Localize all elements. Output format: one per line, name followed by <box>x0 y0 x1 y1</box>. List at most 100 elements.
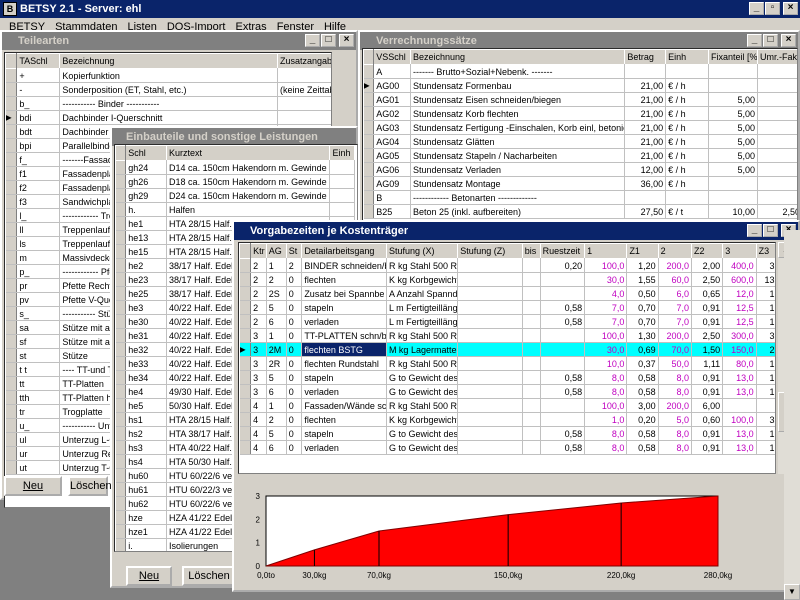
row-indicator <box>115 370 127 385</box>
table-cell: 1 <box>266 398 287 413</box>
table-cell: verladen <box>301 314 387 329</box>
einbauteile-neu-button[interactable]: Neu <box>126 566 172 586</box>
row-indicator <box>115 482 127 497</box>
row-indicator <box>5 68 18 83</box>
table-cell: 2,50 <box>691 272 724 287</box>
table-row[interactable]: 2 6 0 verladen L m Fertigteillänge 0,58 7,0 0,7… <box>239 314 775 329</box>
table-cell: Stundensatz Fertigung -Einschalen, Korb … <box>410 120 626 135</box>
row-indicator <box>239 426 252 441</box>
table-cell: AG09 <box>373 176 411 191</box>
table-row[interactable]: AG03 Stundensatz Fertigung -Einschalen, K… <box>363 120 797 135</box>
table-row[interactable]: gh24 D14 ca. 150cm Hakendorn m. Gewinde <box>115 160 355 175</box>
table-row[interactable]: 2 2 0 flechten K kg Korbgewicht 30,0 1,55 60,0 2… <box>239 272 775 287</box>
table-row[interactable]: + Kopierfunktion <box>5 68 331 83</box>
minimize-button[interactable]: _ <box>305 34 320 47</box>
table-cell: € / h <box>665 134 710 149</box>
table-row[interactable]: ▶ AG00 Stundensatz Formenbau 21,00 € / h <box>363 78 797 93</box>
table-row[interactable]: 3 1 0 TT-PLATTEN schn/b R kg Stahl 500 R 100,… <box>239 328 775 343</box>
table-cell: 100,0 <box>584 328 628 343</box>
verrechnung-window: Verrechnungssätze _ □ × VSSchl Bezeichnung B… <box>358 30 800 230</box>
table-cell: pr <box>16 278 61 293</box>
table-row[interactable]: AG01 Stundensatz Eisen schneiden/biegen 21… <box>363 92 797 107</box>
table-cell: Kopierfunktion <box>59 68 279 83</box>
table-row[interactable]: 4 5 0 stapeln G to Gewicht des 0,58 8,0 0,58 8,0… <box>239 426 775 441</box>
row-indicator <box>5 208 18 223</box>
table-cell: tth <box>16 390 61 405</box>
table-row[interactable]: 3 2R 0 flechten Rundstahl R kg Stahl 500 R 10… <box>239 356 775 371</box>
table-row[interactable]: h. Halfen <box>115 202 355 217</box>
close-button[interactable]: × <box>339 34 354 47</box>
vorgabe-grid[interactable]: Ktr AG St Detailarbeitsgang Stufung (X) Stufu… <box>238 242 776 474</box>
table-cell: 3,30 <box>756 328 775 343</box>
minimize-button[interactable]: _ <box>747 224 762 237</box>
table-row[interactable]: gh29 D24 ca. 150cm Hakendorn m. Gewinde <box>115 188 355 203</box>
table-row[interactable]: A ------- Brutto+Sozial+Nebenk. ------- <box>363 64 797 79</box>
table-row[interactable]: B25 Beton 25 (inkl. aufbereiten) 27,50 € / … <box>363 204 797 219</box>
table-row[interactable]: gh26 D18 ca. 150cm Hakendorn m. Gewinde <box>115 174 355 189</box>
restore-button[interactable]: ▫ <box>765 2 780 15</box>
table-row[interactable]: 2 5 0 stapeln L m Fertigteillänge 0,58 7,0 0,70… <box>239 300 775 315</box>
table-cell: 0,58 <box>540 440 586 455</box>
column-header: Detailarbeitsgang <box>301 243 387 259</box>
teilearten-titlebar[interactable]: Teilearten _ □ × <box>2 32 356 50</box>
verrechnung-grid[interactable]: VSSchl Bezeichnung Betrag Einh Fixanteil [%]… <box>362 48 798 226</box>
table-row[interactable]: b_ ----------- Binder ----------- <box>5 96 331 111</box>
table-cell: he13 <box>125 230 168 245</box>
table-row[interactable]: - Sonderposition (ET, Stahl, etc.) (keine … <box>5 82 331 97</box>
table-cell: 8,0 <box>584 440 628 455</box>
column-header: Betrag <box>624 49 667 65</box>
table-row[interactable]: 2 1 2 BINDER schneiden/b R kg Stahl 500 R 0,2… <box>239 258 775 273</box>
table-cell: 2,50 <box>691 328 724 343</box>
maximize-button[interactable]: □ <box>321 34 336 47</box>
table-row[interactable]: ▶ 3 2M 0 flechten BSTG M kg Lagermatter 30,0 0,… <box>239 342 775 357</box>
minimize-button[interactable]: _ <box>749 2 764 15</box>
table-cell: 5,00 <box>708 92 759 107</box>
table-cell <box>624 190 667 205</box>
table-cell <box>665 64 710 79</box>
main-scrollbar[interactable]: ▼ <box>784 230 800 600</box>
table-row[interactable]: 4 2 0 flechten K kg Korbgewicht 1,0 0,20 5,0 0,6… <box>239 412 775 427</box>
table-cell: R kg Stahl 500 R <box>386 328 459 343</box>
maximize-button[interactable]: □ <box>763 224 778 237</box>
teilearten-neu-button[interactable]: Neu <box>4 476 62 496</box>
maximize-button[interactable]: □ <box>763 34 778 47</box>
row-indicator <box>115 244 127 259</box>
close-button[interactable]: × <box>783 2 798 15</box>
row-indicator <box>5 390 18 405</box>
column-header: Fixanteil [%] <box>708 49 759 65</box>
table-cell: G to Gewicht des <box>386 370 459 385</box>
table-row[interactable]: AG05 Stundensatz Stapeln / Nacharbeiten 21… <box>363 148 797 163</box>
table-cell <box>522 398 541 413</box>
table-row[interactable]: AG06 Stundensatz Verladen 12,00 € / h 5,00 <box>363 162 797 177</box>
table-row[interactable]: ▶bdiDachbinder I-Querschnitt2 <box>5 110 331 125</box>
teilearten-loeschen-button[interactable]: Löschen <box>68 476 112 496</box>
einbauteile-loeschen-button[interactable]: Löschen <box>182 566 236 586</box>
table-cell: Stundensatz Stapeln / Nacharbeiten <box>410 148 626 163</box>
chart-area: 0,0to 30,0kg 70,0kg 150,0kg 220,0kg 280,0kg 0 1… <box>238 476 776 588</box>
table-cell <box>277 96 331 111</box>
table-row[interactable]: 3 6 0 verladen G to Gewicht des 0,58 8,0 0,58 8,… <box>239 384 775 399</box>
column-header: 3 <box>722 243 757 259</box>
close-button[interactable]: × <box>781 34 796 47</box>
row-indicator <box>239 370 252 385</box>
table-cell: Dachbinder I-Querschnitt <box>59 110 279 125</box>
table-cell <box>457 272 523 287</box>
column-header: St <box>285 243 303 259</box>
column-header: Bezeichnung <box>409 49 626 65</box>
table-row[interactable]: 4 6 0 verladen G to Gewicht des 0,58 8,0 0,58 8,… <box>239 440 775 455</box>
table-row[interactable]: B ------------ Betonarten ------------- <box>363 190 797 205</box>
table-row[interactable]: 4 1 0 Fassaden/Wände sch R kg Stahl 500 R 100… <box>239 398 775 413</box>
table-row[interactable]: AG09 Stundensatz Montage 36,00 € / h <box>363 176 797 191</box>
x-tick-label: 150,0kg <box>494 571 522 580</box>
table-cell: 200,0 <box>658 258 693 273</box>
minimize-button[interactable]: _ <box>747 34 762 47</box>
table-cell: b_ <box>16 96 61 111</box>
scroll-down-arrow-icon[interactable]: ▼ <box>784 584 800 600</box>
table-row[interactable]: AG04 Stundensatz Glätten 21,00 € / h 5,00 <box>363 134 797 149</box>
table-row[interactable]: 2 2S 0 Zusatz bei Spannbe A Anzahl Spannd 4,0… <box>239 286 775 301</box>
table-row[interactable]: AG02 Stundensatz Korb flechten 21,00 € / h5… <box>363 106 797 121</box>
table-cell: 0,65 <box>691 286 724 301</box>
vorgabe-titlebar[interactable]: Vorgabezeiten je Kostenträger _□× <box>234 222 798 240</box>
app-title: BETSY 2.1 - Server: ehl <box>20 3 142 15</box>
table-row[interactable]: 3 5 0 stapeln G to Gewicht des 0,58 8,0 0,58 8,0… <box>239 370 775 385</box>
